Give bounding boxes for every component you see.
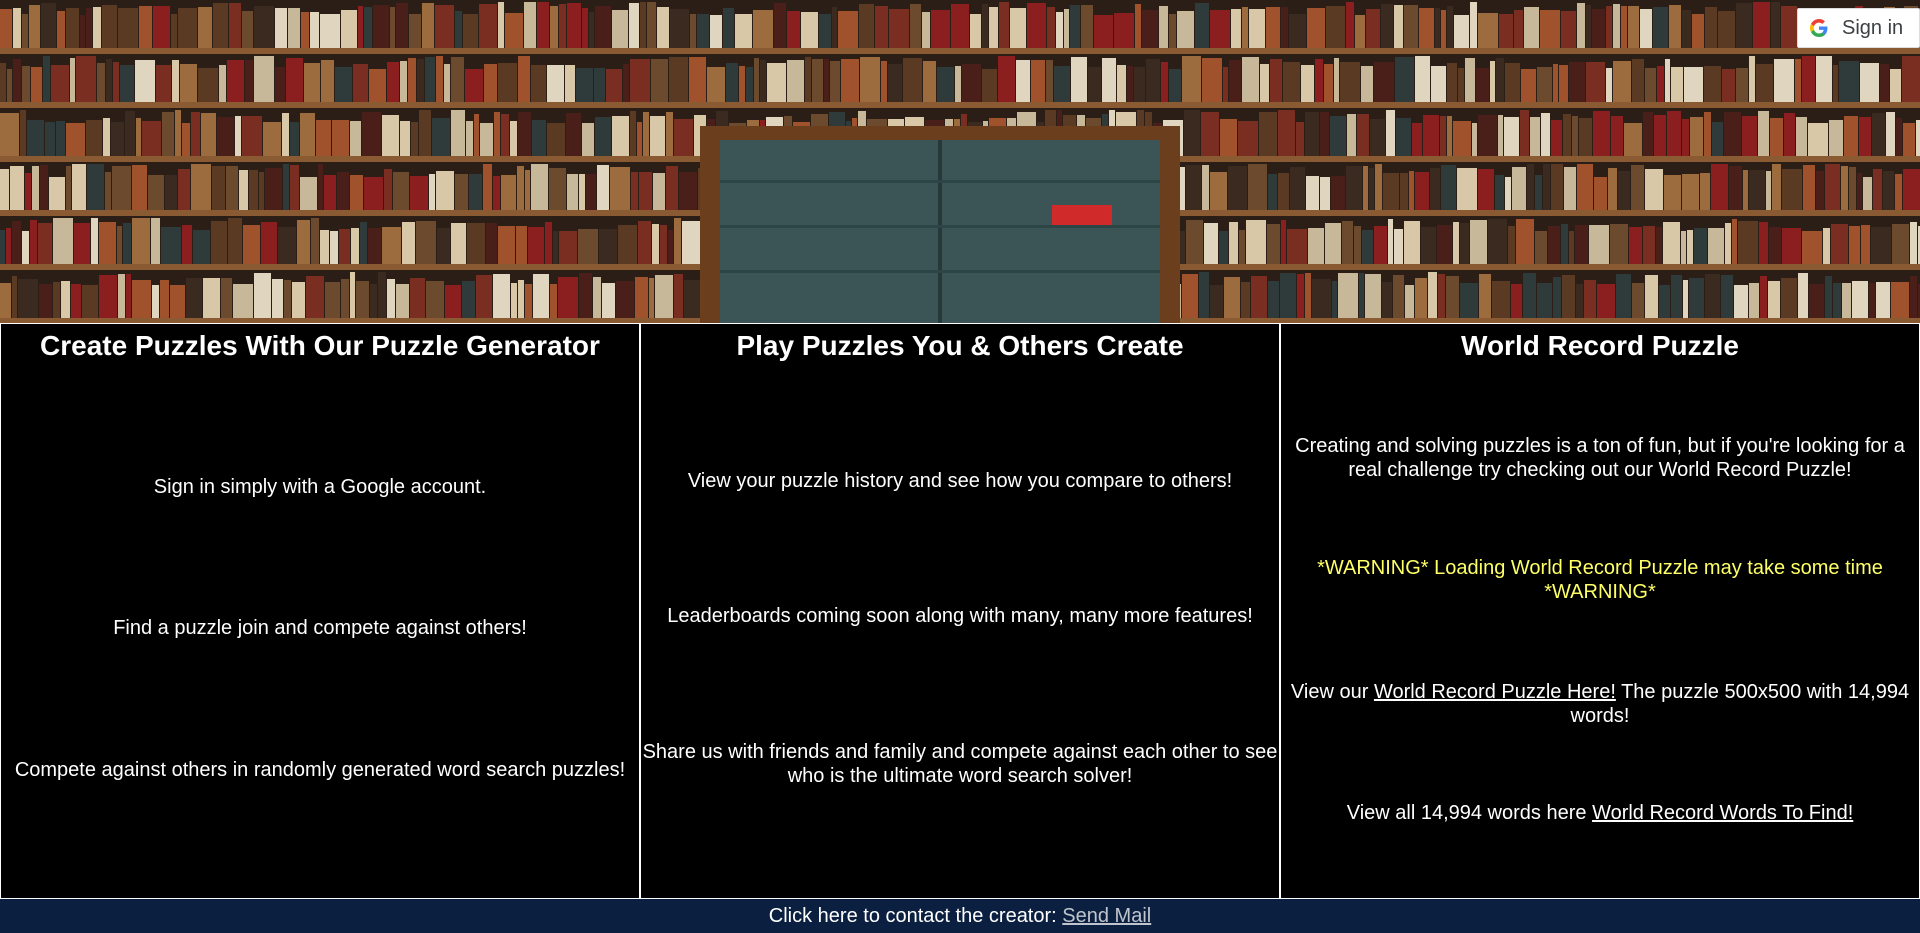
header-banner: Sign in xyxy=(0,0,1920,323)
world-record-words-link[interactable]: World Record Words To Find! xyxy=(1592,802,1853,824)
google-signin-button[interactable]: Sign in xyxy=(1797,8,1920,48)
column-line: Leaderboards coming soon along with many… xyxy=(667,605,1253,627)
column-title: Play Puzzles You & Others Create xyxy=(736,330,1184,361)
footer: Click here to contact the creator: Send … xyxy=(0,899,1920,933)
create-puzzles-column: Create Puzzles With Our Puzzle Generator… xyxy=(0,323,640,899)
signin-label: Sign in xyxy=(1842,16,1904,39)
words-prefix: View all 14,994 words here xyxy=(1346,802,1593,824)
loading-warning: *WARNING* Loading World Record Puzzle ma… xyxy=(1317,557,1883,603)
column-line: Compete against others in randomly gener… xyxy=(14,759,626,781)
column-title: World Record Puzzle xyxy=(1461,330,1739,361)
play-puzzles-column: Play Puzzles You & Others Create View yo… xyxy=(640,323,1280,899)
column-line: Sign in simply with a Google account. xyxy=(153,476,487,498)
world-record-view-line: View our World Record Puzzle Here! The p… xyxy=(1289,680,1911,728)
world-record-words-line: View all 14,994 words here World Record … xyxy=(1289,801,1911,825)
info-columns: Create Puzzles With Our Puzzle Generator… xyxy=(0,323,1920,899)
world-record-intro: Creating and solving puzzles is a ton of… xyxy=(1295,435,1905,481)
bookshelf-banner-image xyxy=(0,0,1920,323)
send-mail-link[interactable]: Send Mail xyxy=(1062,905,1151,927)
column-line: Find a puzzle join and compete against o… xyxy=(113,617,527,639)
footer-text: Click here to contact the creator: xyxy=(768,905,1063,927)
google-icon xyxy=(1810,19,1828,37)
world-record-puzzle-link[interactable]: World Record Puzzle Here! xyxy=(1374,681,1616,703)
view-prefix: View our xyxy=(1290,681,1374,703)
column-title: Create Puzzles With Our Puzzle Generator xyxy=(40,330,600,361)
column-line: View your puzzle history and see how you… xyxy=(687,470,1233,492)
view-suffix: The puzzle 500x500 with 14,994 words! xyxy=(1570,681,1910,727)
world-record-column: World Record Puzzle Creating and solving… xyxy=(1280,323,1920,899)
column-line: Share us with friends and family and com… xyxy=(642,741,1278,787)
